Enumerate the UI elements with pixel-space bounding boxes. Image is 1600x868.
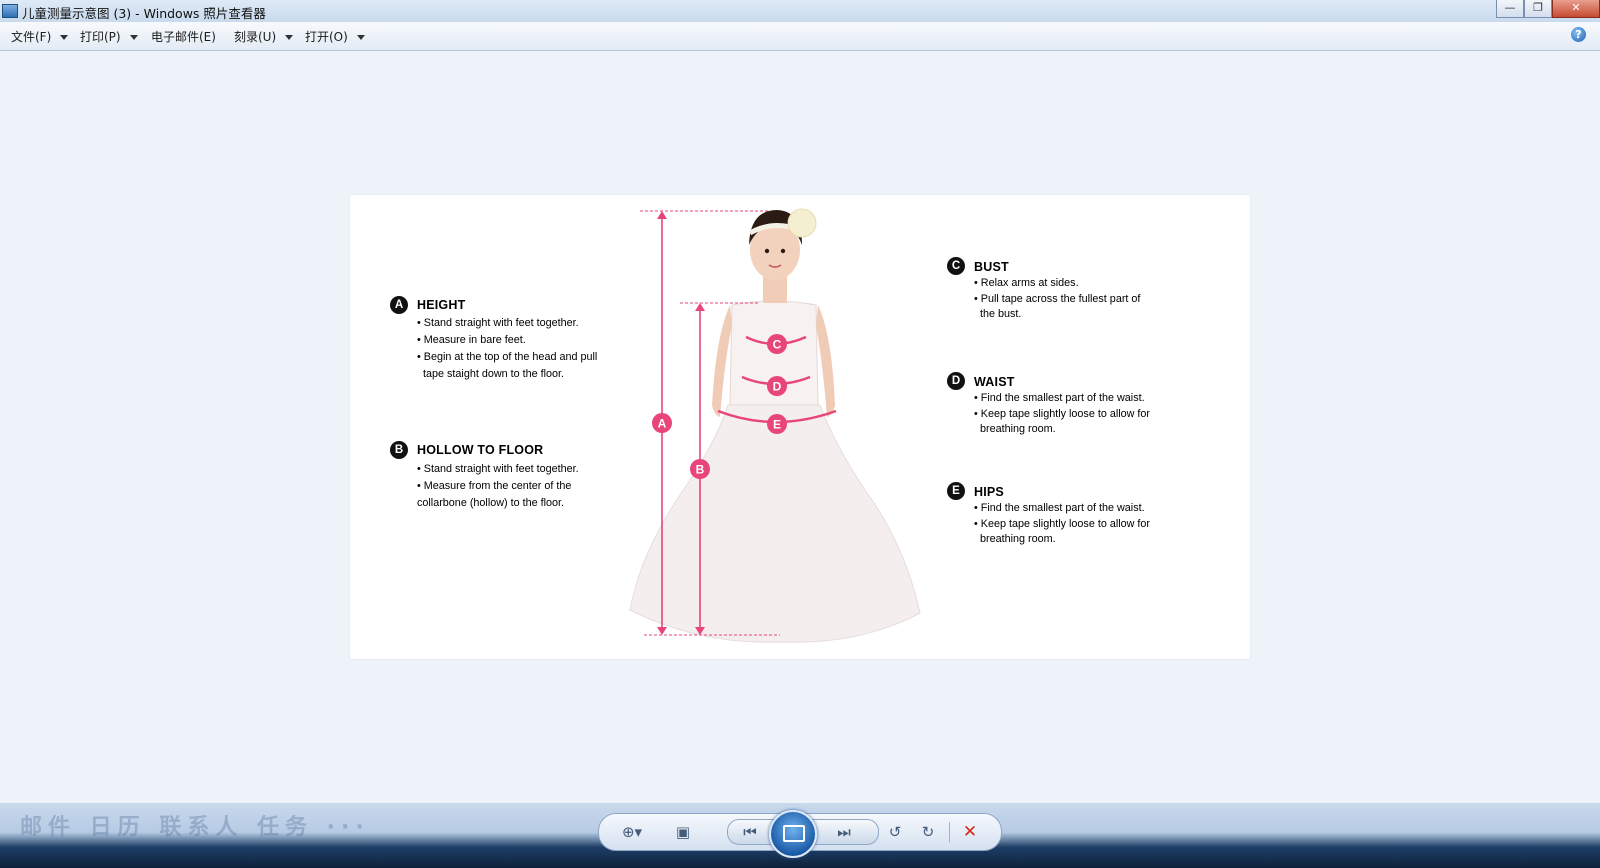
bullet-line: • Keep tape slightly loose to allow for xyxy=(974,517,1151,530)
bullet-line: • Measure from the center of the xyxy=(417,480,572,492)
menu-print[interactable]: 打印(P) xyxy=(80,28,138,45)
right-arm xyxy=(816,305,835,417)
section-c-bullets: • Relax arms at sides. • Pull tape acros… xyxy=(974,276,1140,323)
next-icon[interactable]: ⏭ xyxy=(833,821,855,843)
menu-email-label: 电子邮件(E) xyxy=(151,30,216,44)
marker-a-label: A xyxy=(658,417,667,431)
menu-burn[interactable]: 刻录(U) xyxy=(234,28,294,45)
playback-controls: ⊕▾ ▣ ⏮ ⏭ ↺ ↻ ✕ xyxy=(598,810,1002,858)
toolbar-separator xyxy=(949,822,950,842)
chevron-down-icon xyxy=(356,35,365,40)
section-b-bullets: • Stand straight with feet together. • M… xyxy=(417,461,579,512)
photo-viewer-app-icon xyxy=(2,4,18,18)
rotate-cw-icon[interactable]: ↻ xyxy=(917,821,939,843)
menu-bar: 文件(F) 打印(P) 电子邮件(E) 刻录(U) 打开(O) ? xyxy=(0,22,1600,51)
girl-measurement-illustration: A B C D E xyxy=(629,208,921,643)
actual-size-icon[interactable]: ▣ xyxy=(672,821,694,843)
window-title: 儿童测量示意图 (3) - Windows 照片查看器 xyxy=(22,6,266,21)
help-icon[interactable]: ? xyxy=(1571,27,1586,42)
section-a-badge: A xyxy=(390,296,408,314)
maximize-button[interactable]: ❐ xyxy=(1524,0,1552,18)
viewer-control-bar: 邮件 日历 联系人 任务 ··· ⊕▾ ▣ ⏮ ⏭ ↺ ↻ ✕ xyxy=(0,803,1600,868)
bullet-line: • Stand straight with feet together. xyxy=(417,463,579,475)
bullet-line: • Relax arms at sides. xyxy=(974,277,1079,289)
image-viewer-area: A HEIGHT • Stand straight with feet toge… xyxy=(0,51,1600,803)
title-bar: 儿童测量示意图 (3) - Windows 照片查看器 — ❐ ✕ xyxy=(0,0,1600,23)
bullet-line: collarbone (hollow) to the floor. xyxy=(417,497,565,509)
menu-file[interactable]: 文件(F) xyxy=(11,28,69,45)
previous-icon[interactable]: ⏮ xyxy=(739,821,761,843)
menu-open[interactable]: 打开(O) xyxy=(305,28,365,45)
marker-e-label: E xyxy=(773,418,781,432)
bullet-line: the bust. xyxy=(974,308,1022,320)
menu-open-label: 打开(O) xyxy=(305,30,348,44)
close-button[interactable]: ✕ xyxy=(1552,0,1600,18)
chevron-down-icon xyxy=(60,35,69,40)
section-e-bullets: • Find the smallest part of the waist. •… xyxy=(974,501,1150,548)
menu-print-label: 打印(P) xyxy=(80,30,121,44)
arrow-down-icon xyxy=(657,627,667,635)
menu-email[interactable]: 电子邮件(E) xyxy=(151,28,216,45)
bullet-line: breathing room. xyxy=(974,533,1056,545)
bullet-line: • Pull tape across the fullest part of xyxy=(974,292,1141,305)
eye-right xyxy=(780,248,786,254)
section-c-badge: C xyxy=(947,257,965,275)
arrow-up-icon xyxy=(657,211,667,219)
section-a-heading: HEIGHT xyxy=(417,298,466,312)
marker-d-label: D xyxy=(773,380,782,394)
displayed-image: A HEIGHT • Stand straight with feet toge… xyxy=(350,195,1250,659)
left-arm xyxy=(712,305,732,417)
slideshow-icon xyxy=(783,825,805,842)
hair-flower xyxy=(787,208,817,238)
menu-burn-label: 刻录(U) xyxy=(234,30,277,44)
bullet-line: • Stand straight with feet together. xyxy=(417,317,579,329)
chevron-down-icon xyxy=(129,35,138,40)
window-controls: — ❐ ✕ xyxy=(1496,0,1600,20)
bullet-line: • Begin at the top of the head and pull xyxy=(417,351,598,363)
section-d-bullets: • Find the smallest part of the waist. •… xyxy=(974,391,1150,438)
rotate-ccw-icon[interactable]: ↺ xyxy=(884,821,906,843)
section-e-heading: HIPS xyxy=(974,485,1004,499)
bullet-line: • Find the smallest part of the waist. xyxy=(974,392,1145,404)
section-c-heading: BUST xyxy=(974,260,1009,274)
dress-skirt xyxy=(629,404,921,643)
slideshow-button[interactable] xyxy=(769,810,817,858)
delete-icon[interactable]: ✕ xyxy=(959,821,981,843)
section-b-heading: HOLLOW TO FLOOR xyxy=(417,443,544,457)
marker-c-label: C xyxy=(773,338,782,352)
section-e-badge: E xyxy=(947,482,965,500)
arrow-up-icon xyxy=(695,303,705,311)
bullet-line: • Keep tape slightly loose to allow for xyxy=(974,407,1151,420)
minimize-button[interactable]: — xyxy=(1496,0,1524,18)
bullet-line: • Find the smallest part of the waist. xyxy=(974,502,1145,514)
bullet-line: breathing room. xyxy=(974,423,1056,435)
background-app-ghost-text: 邮件 日历 联系人 任务 ··· xyxy=(20,815,370,840)
zoom-icon[interactable]: ⊕▾ xyxy=(621,821,643,843)
eye-left xyxy=(764,248,770,254)
section-b-badge: B xyxy=(390,441,408,459)
menu-file-label: 文件(F) xyxy=(11,30,52,44)
section-a-bullets: • Stand straight with feet together. • M… xyxy=(417,315,597,383)
marker-b-label: B xyxy=(696,463,705,477)
section-d-badge: D xyxy=(947,372,965,390)
bullet-line: tape staight down to the floor. xyxy=(417,368,565,380)
bullet-line: • Measure in bare feet. xyxy=(417,334,526,346)
chevron-down-icon xyxy=(285,35,294,40)
section-d-heading: WAIST xyxy=(974,375,1015,389)
